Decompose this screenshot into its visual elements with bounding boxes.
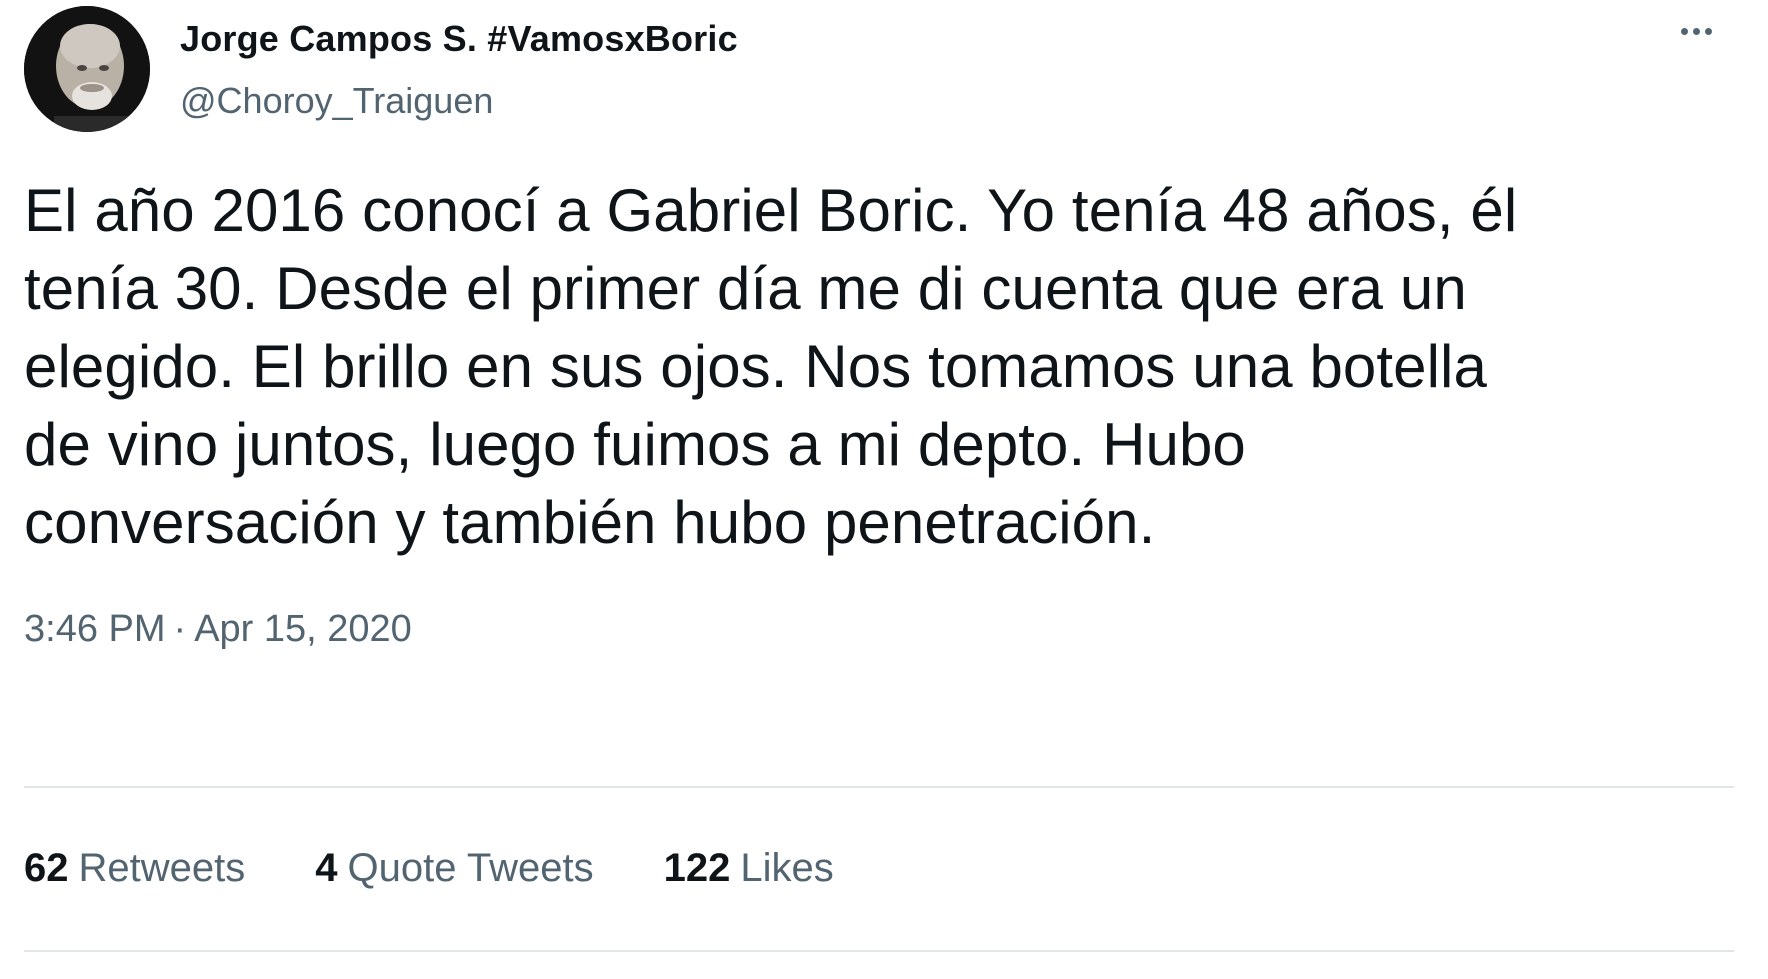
author-display-name[interactable]: Jorge Campos S. #VamosxBoric bbox=[180, 18, 738, 60]
retweets-stat[interactable]: 62 Retweets bbox=[24, 846, 245, 891]
author-handle[interactable]: @Choroy_Traiguen bbox=[180, 80, 493, 122]
tweet-card: Jorge Campos S. #VamosxBoric @Choroy_Tra… bbox=[0, 0, 1768, 979]
tweet-date: Apr 15, 2020 bbox=[194, 608, 412, 650]
quote-tweets-label: Quote Tweets bbox=[347, 846, 594, 890]
more-dot bbox=[1692, 27, 1700, 35]
likes-label: Likes bbox=[740, 846, 834, 890]
more-horizontal-icon[interactable] bbox=[1668, 16, 1724, 46]
tweet-timestamp[interactable]: 3:46 PM · Apr 15, 2020 bbox=[24, 608, 412, 651]
likes-stat[interactable]: 122 Likes bbox=[664, 846, 834, 891]
timestamp-separator: · bbox=[173, 608, 187, 650]
quote-tweets-stat[interactable]: 4 Quote Tweets bbox=[315, 846, 593, 891]
avatar[interactable] bbox=[24, 6, 150, 132]
tweet-stats: 62 Retweets 4 Quote Tweets 122 Likes bbox=[24, 846, 904, 891]
retweets-count: 62 bbox=[24, 846, 69, 890]
more-dot bbox=[1680, 27, 1688, 35]
divider bbox=[24, 786, 1734, 788]
more-dot bbox=[1704, 27, 1712, 35]
tweet-text: El año 2016 conocí a Gabriel Boric. Yo t… bbox=[24, 177, 1518, 556]
likes-count: 122 bbox=[663, 846, 731, 890]
quote-tweets-count: 4 bbox=[315, 846, 338, 890]
tweet-time: 3:46 PM bbox=[24, 608, 166, 650]
divider bbox=[24, 950, 1734, 952]
avatar-image bbox=[24, 6, 150, 132]
retweets-label: Retweets bbox=[78, 846, 246, 890]
